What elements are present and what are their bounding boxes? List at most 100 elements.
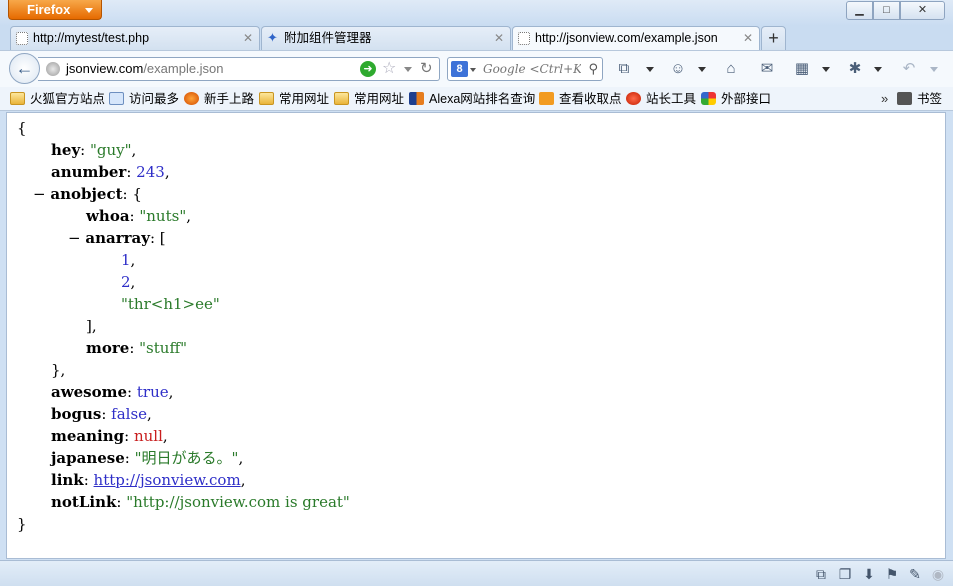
download-arrow-icon[interactable]: ⬇ (860, 565, 878, 583)
back-button[interactable]: ← (9, 53, 40, 84)
json-row-awesome: awesome: true, (51, 383, 174, 401)
mail-icon[interactable]: ✉ (757, 59, 777, 79)
url-text[interactable]: jsonview.com/example.json (66, 58, 224, 80)
bookmarks-star-icon (897, 92, 912, 105)
json-key: anarray (85, 229, 150, 247)
json-key: notLink (51, 493, 117, 511)
minimize-button[interactable]: ▁ (846, 1, 873, 20)
addon-badge-icon[interactable]: ◉ (929, 565, 947, 583)
tab-addons-manager[interactable]: ✦ 附加组件管理器 ✕ (261, 26, 511, 50)
tab-close-icon[interactable]: ✕ (743, 27, 753, 49)
json-null: null (133, 427, 163, 445)
json-row-notlink: notLink: "http://jsonview.com is great" (51, 493, 350, 511)
navigation-toolbar: jsonview.com/example.json ➜ ☆ ↻ ← 8 ⚲ ⧉ … (0, 50, 953, 87)
site-identity-icon[interactable] (46, 62, 60, 76)
reload-icon[interactable]: ↻ (420, 58, 433, 80)
bookmark-item[interactable]: 火狐官方站点 (10, 87, 105, 111)
history-dropdown-icon[interactable] (404, 67, 412, 72)
bookmark-item[interactable]: 访问最多 (109, 87, 179, 111)
smiley-addon-icon[interactable]: ☺ (668, 59, 688, 79)
tab-title: 附加组件管理器 (284, 31, 372, 45)
plus-icon: + (768, 28, 779, 48)
json-array-item: 1, (121, 251, 136, 269)
tab-jsonview[interactable]: http://jsonview.com/example.json ✕ (512, 26, 760, 51)
new-tab-button[interactable]: + (761, 26, 786, 50)
json-number: 243 (136, 163, 165, 181)
json-key: bogus (51, 405, 102, 423)
tab-title: http://mytest/test.php (33, 31, 150, 45)
json-open-brace: { (17, 119, 27, 137)
json-key: meaning (51, 427, 125, 445)
chevron-down-icon[interactable] (930, 67, 938, 72)
chevron-down-icon[interactable] (470, 68, 476, 72)
undo-icon[interactable]: ↶ (899, 59, 919, 79)
chevron-down-icon (85, 8, 93, 13)
chevron-down-icon[interactable] (822, 67, 830, 72)
tab-close-icon[interactable]: ✕ (243, 27, 253, 49)
folder-icon (334, 92, 349, 105)
json-row-japanese: japanese: "明日がある。", (51, 449, 244, 467)
json-key: anobject (50, 185, 123, 203)
home-icon[interactable]: ⌂ (721, 59, 741, 79)
maximize-button[interactable]: □ (873, 1, 900, 20)
search-bar[interactable]: 8 ⚲ (447, 57, 603, 81)
collapse-toggle-anobject[interactable]: − (33, 185, 46, 203)
minimize-icon: ▁ (855, 4, 864, 16)
url-host: jsonview.com (66, 61, 144, 76)
json-link[interactable]: http://jsonview.com (94, 471, 241, 489)
json-row-bogus: bogus: false, (51, 405, 152, 423)
alexa-icon (409, 92, 424, 105)
window-titlebar: Firefox ▁ □ ✕ (0, 0, 953, 26)
firefox-menu-button[interactable]: Firefox (8, 0, 102, 20)
blank-page-icon (16, 32, 28, 45)
bookmark-label: 外部接口 (721, 92, 772, 106)
bookmarks-toolbar: 火狐官方站点 访问最多 新手上路 常用网址 常用网址 Alexa网站排名查询 查… (0, 87, 953, 111)
open-external-icon[interactable]: ⧉ (812, 565, 830, 583)
windows-icon[interactable]: ❐ (836, 565, 854, 583)
json-string: "http://jsonview.com is great" (126, 493, 350, 511)
close-window-button[interactable]: ✕ (900, 1, 945, 20)
puzzle-icon: ✦ (267, 30, 278, 45)
bookmarks-overflow-chevron-icon[interactable]: » (881, 87, 888, 111)
bookmark-item[interactable]: 常用网址 (259, 87, 329, 111)
json-key: japanese (51, 449, 125, 467)
collapse-toggle-anarray[interactable]: − (68, 229, 81, 247)
bug-icon[interactable]: ✱ (845, 59, 865, 79)
chevron-down-icon[interactable] (646, 67, 654, 72)
json-object-close: }, (51, 361, 66, 379)
bookmark-label: 常用网址 (279, 92, 330, 106)
tab-mytest[interactable]: http://mytest/test.php ✕ (10, 26, 260, 50)
page-icon (109, 92, 124, 105)
json-key: hey (51, 141, 81, 159)
search-input[interactable] (483, 59, 581, 79)
apps-grid-icon[interactable]: ▦ (792, 59, 812, 79)
bookmark-item[interactable]: 站长工具 (626, 87, 696, 111)
flag-icon[interactable]: ⚑ (883, 565, 901, 583)
bookmark-item[interactable]: 新手上路 (184, 87, 254, 111)
search-engine-icon[interactable]: 8 (451, 61, 468, 77)
url-bar[interactable]: jsonview.com/example.json ➜ ☆ ↻ (38, 57, 440, 81)
bookmark-item[interactable]: 常用网址 (334, 87, 404, 111)
bookmark-item[interactable]: Alexa网站排名查询 (409, 87, 535, 111)
chevron-down-icon[interactable] (874, 67, 882, 72)
go-arrow-icon[interactable]: ➜ (360, 61, 376, 77)
json-string: "guy" (90, 141, 132, 159)
bookmark-item[interactable]: 外部接口 (701, 87, 771, 111)
bookmark-item[interactable]: 查看收取点 (539, 87, 622, 111)
json-key: more (86, 339, 130, 357)
page-content: { hey: "guy", anumber: 243, − anobject: … (6, 112, 946, 559)
tab-strip: http://mytest/test.php ✕ ✦ 附加组件管理器 ✕ htt… (0, 26, 953, 51)
bookmark-label: 访问最多 (129, 92, 180, 106)
json-bool: false (111, 405, 148, 423)
magnifier-icon[interactable]: ⚲ (588, 61, 598, 77)
brush-icon[interactable]: ✎ (906, 565, 924, 583)
tab-title: http://jsonview.com/example.json (535, 31, 718, 45)
firefox-icon (184, 92, 199, 105)
json-array-item: 2, (121, 273, 136, 291)
tab-close-icon[interactable]: ✕ (494, 27, 504, 49)
screenshot-icon[interactable]: ⧉ (614, 59, 634, 79)
bookmarks-menu-button[interactable]: 书签 (897, 87, 942, 111)
bookmark-star-icon[interactable]: ☆ (382, 58, 396, 79)
chevron-down-icon[interactable] (698, 67, 706, 72)
bookmark-label: 火狐官方站点 (30, 92, 106, 106)
